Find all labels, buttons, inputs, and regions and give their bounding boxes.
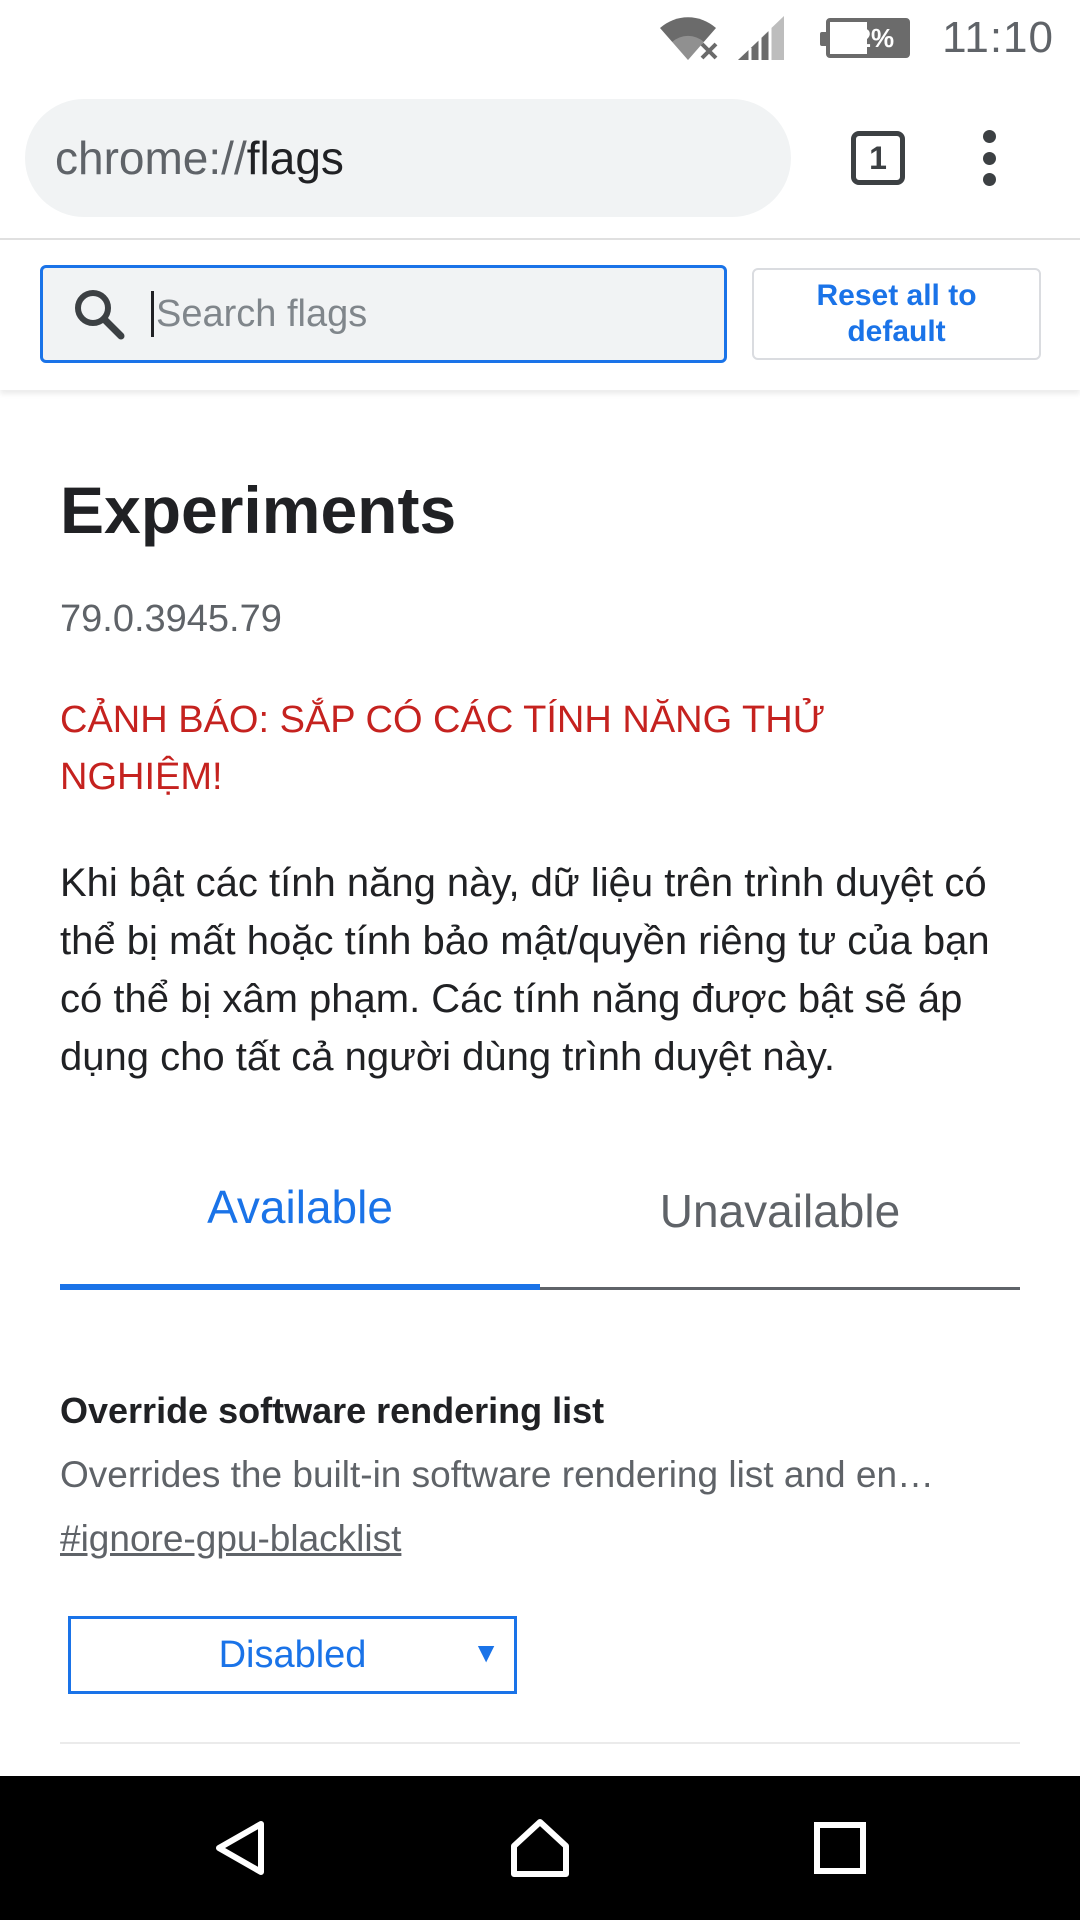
search-box[interactable]	[40, 265, 727, 363]
tab-bar: Available Unavailable	[60, 1180, 1020, 1290]
clock: 11:10	[942, 13, 1054, 62]
recents-icon	[814, 1822, 866, 1874]
flag-permalink[interactable]: #ignore-gpu-blacklist	[60, 1518, 401, 1560]
battery-percent: 52%	[842, 22, 895, 53]
search-icon	[75, 290, 125, 340]
text-cursor	[151, 291, 154, 337]
version-number: 79.0.3945.79	[60, 598, 282, 640]
tab-unavailable[interactable]: Unavailable	[540, 1180, 1020, 1290]
back-button[interactable]	[181, 1776, 301, 1920]
cell-signal-icon	[738, 16, 785, 60]
reset-all-button[interactable]: Reset all to default	[752, 268, 1041, 360]
home-icon	[511, 1819, 569, 1877]
browser-toolbar: chrome://flags 1	[0, 76, 1080, 240]
flag-state-select[interactable]: Disabled ▼	[68, 1616, 517, 1694]
search-input[interactable]	[156, 292, 676, 336]
screen: 52% 11:10 chrome://flags 1 Reset all to …	[0, 0, 1080, 1920]
description-text: Khi bật các tính năng này, dữ liệu trên …	[60, 861, 990, 1079]
url-host: flags	[246, 132, 344, 184]
address-bar[interactable]: chrome://flags	[25, 99, 791, 217]
flag-state-value: Disabled	[218, 1633, 367, 1676]
tab-switcher-button[interactable]: 1	[851, 131, 905, 185]
navigation-bar	[0, 1776, 1080, 1920]
tab-available[interactable]: Available	[60, 1180, 540, 1290]
warning-text: CẢNH BÁO: SẮP CÓ CÁC TÍNH NĂNG THỬ NGHIỆ…	[60, 699, 826, 798]
back-icon	[216, 1821, 264, 1875]
status-bar: 52% 11:10	[0, 0, 1080, 76]
recents-button[interactable]	[780, 1776, 900, 1920]
flag-description: Overrides the built-in software renderin…	[60, 1454, 935, 1495]
flag-title: Override software rendering list	[60, 1390, 605, 1431]
tab-count: 1	[869, 139, 887, 176]
flags-search-header: Reset all to default	[0, 240, 1080, 390]
menu-dot	[982, 130, 996, 143]
home-button[interactable]	[480, 1776, 600, 1920]
menu-dot	[982, 173, 996, 186]
battery-icon: 52%	[820, 18, 911, 58]
page-title: Experiments	[60, 473, 457, 547]
flag-divider	[60, 1742, 1020, 1744]
active-tab-indicator	[60, 1284, 540, 1290]
menu-dot	[982, 151, 996, 165]
more-vert-icon[interactable]	[979, 130, 999, 186]
url-scheme: chrome://	[55, 132, 247, 184]
dropdown-arrow-icon: ▼	[472, 1637, 500, 1668]
wifi-icon	[660, 17, 718, 60]
